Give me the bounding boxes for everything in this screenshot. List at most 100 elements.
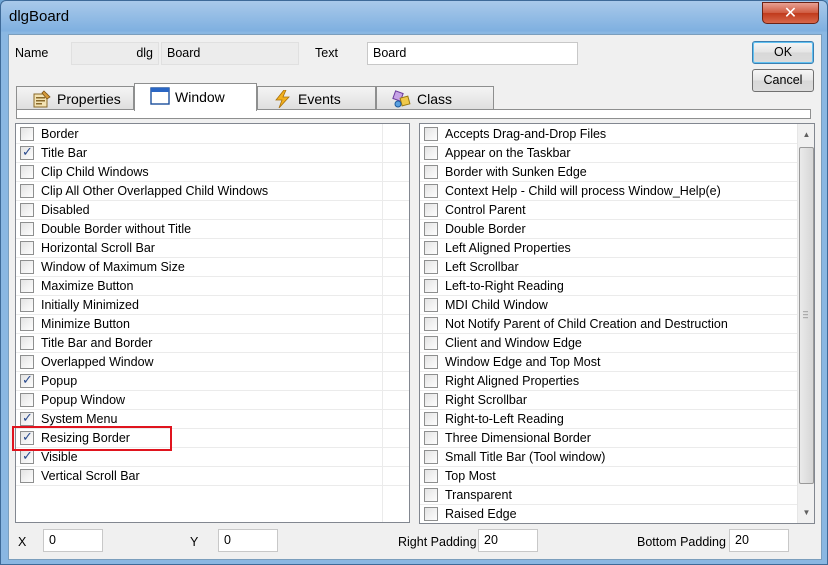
checkbox[interactable] <box>20 336 34 350</box>
checkbox[interactable] <box>424 184 438 198</box>
ok-button[interactable]: OK <box>752 41 814 64</box>
list-item[interactable]: ✓ Title Bar <box>16 144 409 163</box>
list-item[interactable]: Double Border <box>420 220 797 239</box>
list-item[interactable]: MDI Child Window <box>420 296 797 315</box>
tab-properties[interactable]: Properties <box>16 86 134 110</box>
list-item[interactable]: Control Parent <box>420 201 797 220</box>
list-item-label: Clip Child Windows <box>41 165 149 179</box>
checkbox[interactable] <box>424 374 438 388</box>
checkbox[interactable] <box>20 165 34 179</box>
list-item[interactable]: Left Scrollbar <box>420 258 797 277</box>
checkbox[interactable] <box>20 184 34 198</box>
list-item[interactable]: Vertical Scroll Bar <box>16 467 409 486</box>
close-button[interactable]: ✕ <box>762 2 819 24</box>
list-item[interactable]: Maximize Button <box>16 277 409 296</box>
list-item[interactable]: Window of Maximum Size <box>16 258 409 277</box>
bottom-padding-input[interactable]: 20 <box>729 529 789 552</box>
checkbox[interactable] <box>424 203 438 217</box>
cancel-button[interactable]: Cancel <box>752 69 814 92</box>
list-item[interactable]: Double Border without Title <box>16 220 409 239</box>
checkbox[interactable] <box>424 260 438 274</box>
checkbox[interactable] <box>20 393 34 407</box>
checkbox[interactable] <box>424 488 438 502</box>
extended-style-list[interactable]: ▲ – – – ▼ Accepts Drag-and-Drop Files Appea… <box>419 123 815 524</box>
list-item[interactable]: Small Title Bar (Tool window) <box>420 448 797 467</box>
checkbox[interactable] <box>424 298 438 312</box>
properties-icon <box>33 90 51 108</box>
list-item[interactable]: Client and Window Edge <box>420 334 797 353</box>
checkbox[interactable] <box>424 431 438 445</box>
list-item[interactable]: Border <box>16 125 409 144</box>
checkbox[interactable]: ✓ <box>20 144 34 160</box>
list-item[interactable]: Overlapped Window <box>16 353 409 372</box>
checkbox[interactable] <box>20 279 34 293</box>
checkbox[interactable] <box>424 165 438 179</box>
scroll-up-arrow-icon[interactable]: ▲ <box>798 126 814 143</box>
list-item[interactable]: Window Edge and Top Most <box>420 353 797 372</box>
vertical-scrollbar[interactable]: ▲ – – – ▼ <box>797 124 814 523</box>
list-item[interactable]: Appear on the Taskbar <box>420 144 797 163</box>
tab-events[interactable]: Events <box>257 86 376 110</box>
list-item[interactable]: Accepts Drag-and-Drop Files <box>420 125 797 144</box>
list-item[interactable]: Context Help - Child will process Window… <box>420 182 797 201</box>
checkbox[interactable] <box>424 412 438 426</box>
scroll-down-arrow-icon[interactable]: ▼ <box>798 504 814 521</box>
checkbox[interactable] <box>424 336 438 350</box>
list-item[interactable]: Raised Edge <box>420 505 797 523</box>
checkbox[interactable] <box>424 469 438 483</box>
list-item[interactable]: Horizontal Scroll Bar <box>16 239 409 258</box>
checkbox[interactable] <box>20 222 34 236</box>
list-item[interactable]: Popup Window <box>16 391 409 410</box>
x-input[interactable]: 0 <box>43 529 103 552</box>
checkbox[interactable] <box>20 355 34 369</box>
checkbox[interactable] <box>424 222 438 236</box>
tab-window[interactable]: Window <box>134 83 257 111</box>
list-item[interactable]: Left Aligned Properties <box>420 239 797 258</box>
scroll-thumb[interactable]: – – – <box>799 147 814 484</box>
checkbox[interactable] <box>424 507 438 521</box>
checkbox[interactable] <box>424 393 438 407</box>
list-item[interactable]: Top Most <box>420 467 797 486</box>
list-item[interactable]: Right Scrollbar <box>420 391 797 410</box>
checkbox[interactable] <box>424 450 438 464</box>
checkbox[interactable] <box>20 469 34 483</box>
checkbox[interactable] <box>424 279 438 293</box>
checkbox[interactable]: ✓ <box>20 410 34 426</box>
checkbox[interactable] <box>20 203 34 217</box>
title-bar[interactable]: dlgBoard ✕ <box>1 1 827 33</box>
name-field[interactable]: Board <box>161 42 299 65</box>
checkbox[interactable] <box>424 127 438 141</box>
list-item[interactable]: Disabled <box>16 201 409 220</box>
list-item[interactable]: Left-to-Right Reading <box>420 277 797 296</box>
checkbox[interactable] <box>20 298 34 312</box>
tab-class[interactable]: Class <box>376 86 494 110</box>
list-item[interactable]: Right-to-Left Reading <box>420 410 797 429</box>
checkbox[interactable] <box>424 146 438 160</box>
list-item[interactable]: Minimize Button <box>16 315 409 334</box>
list-item[interactable]: Title Bar and Border <box>16 334 409 353</box>
checkbox[interactable] <box>20 317 34 331</box>
checkbox[interactable] <box>424 241 438 255</box>
checkbox[interactable]: ✓ <box>20 372 34 388</box>
checkbox[interactable]: ✓ <box>20 448 34 464</box>
right-padding-input[interactable]: 20 <box>478 529 538 552</box>
list-item[interactable]: ✓ Popup <box>16 372 409 391</box>
checkbox[interactable] <box>20 260 34 274</box>
window-style-list[interactable]: Border ✓ Title Bar Clip Child Windows Clip A… <box>15 123 410 523</box>
list-item[interactable]: Clip All Other Overlapped Child Windows <box>16 182 409 201</box>
y-input[interactable]: 0 <box>218 529 278 552</box>
list-item[interactable]: Not Notify Parent of Child Creation and … <box>420 315 797 334</box>
text-field[interactable]: Board <box>367 42 578 65</box>
list-item[interactable]: Three Dimensional Border <box>420 429 797 448</box>
bottom-padding-value: 20 <box>735 533 749 547</box>
checkbox[interactable] <box>20 127 34 141</box>
list-item[interactable]: Clip Child Windows <box>16 163 409 182</box>
list-item[interactable]: Initially Minimized <box>16 296 409 315</box>
checkbox[interactable] <box>424 317 438 331</box>
list-item[interactable]: Right Aligned Properties <box>420 372 797 391</box>
checkbox[interactable] <box>20 241 34 255</box>
dialog-client-area: Name dlg Board Text Board OK Cancel Prop… <box>8 34 822 560</box>
list-item[interactable]: Border with Sunken Edge <box>420 163 797 182</box>
checkbox[interactable] <box>424 355 438 369</box>
list-item[interactable]: Transparent <box>420 486 797 505</box>
